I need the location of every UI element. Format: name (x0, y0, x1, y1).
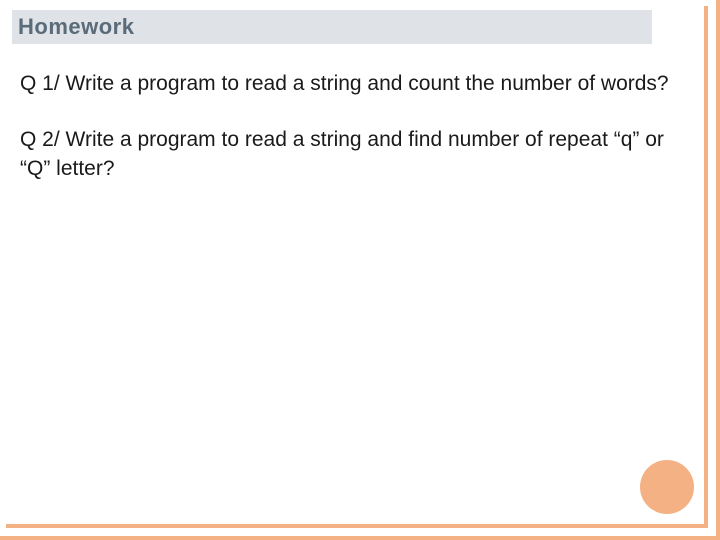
question-2: Q 2/ Write a program to read a string an… (20, 126, 680, 183)
decorative-circle-icon (640, 460, 694, 514)
slide: Homework Q 1/ Write a program to read a … (0, 0, 720, 540)
question-1: Q 1/ Write a program to read a string an… (20, 70, 680, 98)
content-area: Q 1/ Write a program to read a string an… (20, 70, 680, 211)
title-bar: Homework (12, 10, 652, 44)
slide-title: Homework (18, 14, 134, 40)
